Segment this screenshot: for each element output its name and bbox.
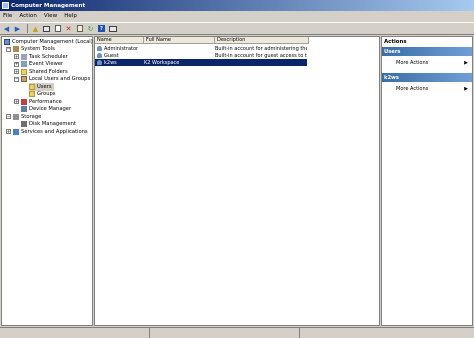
show-hide-tree-icon[interactable] <box>42 24 51 33</box>
menu-view[interactable]: View <box>44 13 57 19</box>
tree-item-disk-management[interactable]: Disk Management <box>21 121 76 129</box>
expand-toggle[interactable]: + <box>14 69 19 75</box>
menu-action[interactable]: Action <box>19 13 37 19</box>
expand-toggle[interactable]: + <box>14 99 19 105</box>
cell-name: Administrator <box>104 45 139 52</box>
column-header-full-name[interactable]: Full Name <box>144 37 215 44</box>
tree-item-local-users-and-groups[interactable]: − Local Users and Groups <box>14 76 90 84</box>
cell-full-name: K2 Workspace <box>144 59 180 66</box>
tree-item-label: Groups <box>37 91 56 98</box>
actions-section-users[interactable]: Users <box>382 47 472 56</box>
back-icon[interactable]: ◀ <box>2 24 11 33</box>
collapse-toggle[interactable]: − <box>14 76 19 82</box>
expand-toggle[interactable]: + <box>6 129 11 135</box>
column-header-description[interactable]: Description <box>215 37 309 44</box>
expand-toggle[interactable]: + <box>14 61 19 67</box>
computer-icon <box>4 38 10 45</box>
status-pane <box>300 328 474 338</box>
user-icon <box>97 46 102 51</box>
event-viewer-icon <box>21 61 27 68</box>
tree-item-performance[interactable]: + Performance <box>14 98 62 106</box>
up-icon[interactable]: ▲ <box>31 24 40 33</box>
menu-help[interactable]: Help <box>64 13 77 19</box>
users-list[interactable]: Name Full Name Description Administrator… <box>94 36 380 326</box>
tree-item-task-scheduler[interactable]: + Task Scheduler <box>14 53 68 61</box>
help-icon[interactable]: ? <box>97 24 106 33</box>
tree-item-label: Services and Applications <box>21 128 88 135</box>
cell-description: Built-in account for guest access to t..… <box>215 52 307 59</box>
refresh-icon[interactable]: ↻ <box>86 24 95 33</box>
storage-icon <box>13 113 19 120</box>
tree-item-shared-folders[interactable]: + Shared Folders <box>14 68 68 76</box>
show-hide-action-pane-icon[interactable] <box>108 24 117 33</box>
tree-item-label: Storage <box>21 113 42 120</box>
device-manager-icon <box>21 106 27 113</box>
toolbar-separator <box>27 24 28 33</box>
actions-section-k2ws[interactable]: k2ws <box>382 73 472 82</box>
navigation-tree[interactable]: Computer Management (Local) − System Too… <box>1 36 93 326</box>
collapse-toggle[interactable]: − <box>6 46 11 52</box>
collapse-toggle[interactable]: − <box>6 114 11 120</box>
actions-pane: Actions Users More Actions ▶ k2ws More A… <box>381 36 473 326</box>
export-icon[interactable] <box>75 24 84 33</box>
more-actions-label: More Actions <box>396 85 429 92</box>
tree-item-label: Device Manager <box>29 106 72 113</box>
cell-name: k2ws <box>104 59 117 66</box>
delete-icon[interactable]: ✕ <box>64 24 73 33</box>
status-pane <box>150 328 300 338</box>
folder-icon <box>21 68 27 75</box>
tree-item-services-and-applications[interactable]: + Services and Applications <box>6 128 88 136</box>
tree-item-event-viewer[interactable]: + Event Viewer <box>14 61 63 69</box>
tree-item-label: Computer Management (Local) <box>12 38 93 45</box>
tree-item-users[interactable]: Users <box>29 83 54 91</box>
performance-icon <box>21 98 27 105</box>
title-bar: Computer Management <box>0 0 474 11</box>
tree-item-label: Local Users and Groups <box>29 76 91 83</box>
tree-item-label: System Tools <box>21 46 55 53</box>
tree-item-label: Shared Folders <box>29 68 68 75</box>
cell-name: Guest <box>104 52 119 59</box>
tree-item-label: Event Viewer <box>29 61 64 68</box>
tools-icon <box>13 46 19 53</box>
user-icon <box>97 53 102 58</box>
toolbar: ◀ ▶ ▲ ✕ ↻ ? <box>0 22 474 35</box>
tree-item-label: Task Scheduler <box>29 53 68 60</box>
status-pane <box>0 328 150 338</box>
properties-icon[interactable] <box>53 24 62 33</box>
app-icon <box>2 2 9 9</box>
disk-icon <box>21 121 27 128</box>
users-icon <box>21 76 27 83</box>
user-icon <box>97 60 102 65</box>
menu-bar: File Action View Help <box>0 11 474 21</box>
tree-item-groups[interactable]: Groups <box>29 91 56 99</box>
forward-icon[interactable]: ▶ <box>13 24 22 33</box>
column-header-name[interactable]: Name <box>95 37 144 44</box>
list-row-administrator[interactable]: Administrator Built-in account for admin… <box>95 45 307 52</box>
tree-item-storage[interactable]: − Storage <box>6 113 41 121</box>
tree-item-device-manager[interactable]: Device Manager <box>21 106 71 114</box>
more-actions-k2ws[interactable]: More Actions ▶ <box>382 84 472 93</box>
tree-item-label: Disk Management <box>29 121 76 128</box>
tree-item-label: Users <box>37 83 52 90</box>
status-bar <box>0 327 474 338</box>
expand-toggle[interactable]: + <box>14 54 19 60</box>
more-actions-label: More Actions <box>396 59 429 66</box>
folder-icon <box>29 91 35 98</box>
list-row-k2ws[interactable]: k2ws K2 Workspace <box>95 59 307 66</box>
tree-item-label: Performance <box>29 98 62 105</box>
services-icon <box>13 128 19 135</box>
folder-icon <box>29 83 35 90</box>
list-row-guest[interactable]: Guest Built-in account for guest access … <box>95 52 307 59</box>
tree-item-system-tools[interactable]: − System Tools <box>6 46 55 54</box>
cell-description: Built-in account for administering the..… <box>215 45 307 52</box>
menu-file[interactable]: File <box>3 13 12 19</box>
submenu-arrow-icon: ▶ <box>464 59 468 66</box>
tree-item-computer-management[interactable]: Computer Management (Local) <box>4 38 93 46</box>
actions-title: Actions <box>384 38 407 45</box>
task-scheduler-icon <box>21 53 27 60</box>
more-actions-users[interactable]: More Actions ▶ <box>382 58 472 67</box>
submenu-arrow-icon: ▶ <box>464 85 468 92</box>
window-title: Computer Management <box>11 2 86 9</box>
